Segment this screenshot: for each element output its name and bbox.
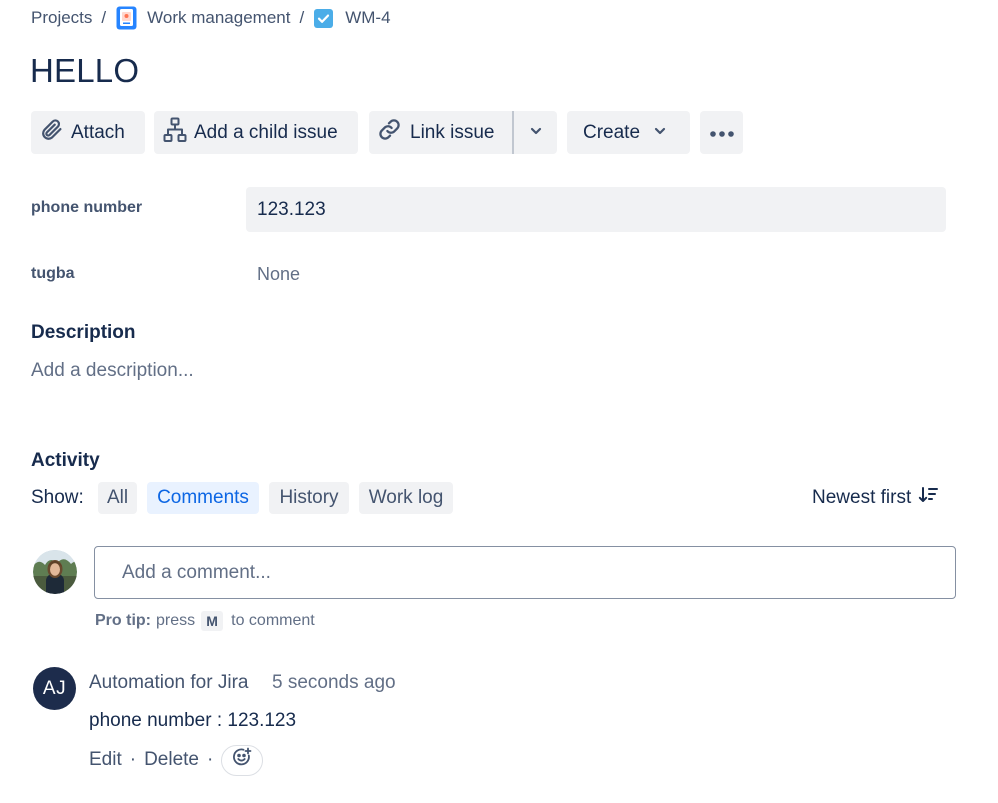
project-avatar-icon[interactable] bbox=[116, 6, 137, 30]
keyboard-shortcut-key: M bbox=[201, 611, 224, 631]
pro-tip-label: Pro tip: bbox=[95, 612, 151, 629]
activity-show-label: Show: bbox=[31, 487, 84, 508]
chevron-down-icon bbox=[529, 122, 543, 144]
delete-comment-button[interactable]: Delete bbox=[144, 749, 199, 771]
add-reaction-button[interactable] bbox=[221, 744, 264, 776]
breadcrumb: Projects / Work management / WM-4 bbox=[31, 6, 391, 30]
link-issue-dropdown-button[interactable] bbox=[514, 111, 557, 154]
attach-label: Attach bbox=[71, 121, 125, 143]
link-issue-label: Link issue bbox=[410, 121, 495, 143]
attach-button[interactable]: Attach bbox=[31, 111, 145, 154]
task-type-icon[interactable] bbox=[314, 8, 334, 28]
activity-heading: Activity bbox=[31, 450, 100, 471]
more-actions-button[interactable] bbox=[700, 111, 743, 154]
pro-tip-press-text: press bbox=[156, 612, 196, 629]
phone-number-field-label: phone number bbox=[31, 199, 143, 216]
create-button[interactable]: Create bbox=[567, 111, 690, 154]
action-separator: · bbox=[129, 749, 137, 770]
comment-pro-tip: Pro tip: press M to comment bbox=[95, 611, 315, 631]
sort-descending-icon bbox=[911, 486, 939, 510]
comment-author-name[interactable]: Automation for Jira bbox=[89, 672, 248, 694]
description-heading: Description bbox=[31, 322, 136, 343]
add-child-issue-label: Add a child issue bbox=[194, 121, 338, 143]
add-reaction-icon bbox=[232, 747, 252, 773]
description-editor[interactable]: Add a description... bbox=[31, 360, 194, 382]
action-separator: · bbox=[207, 749, 214, 770]
breadcrumb-issue-key-link[interactable]: WM-4 bbox=[345, 8, 390, 28]
comment-author-avatar[interactable]: AJ bbox=[33, 667, 76, 710]
comment-actions: Edit · Delete · bbox=[89, 744, 264, 776]
paperclip-icon bbox=[40, 118, 64, 148]
link-icon bbox=[377, 117, 402, 148]
activity-tab-history[interactable]: History bbox=[269, 482, 349, 514]
breadcrumb-separator: / bbox=[299, 8, 305, 27]
breadcrumb-separator: / bbox=[101, 8, 107, 27]
add-child-issue-button[interactable]: Add a child issue bbox=[154, 111, 358, 154]
hierarchy-icon bbox=[163, 117, 187, 149]
sort-order-label: Newest first bbox=[812, 487, 912, 508]
sort-order-button[interactable]: Newest first bbox=[812, 482, 939, 514]
edit-comment-button[interactable]: Edit bbox=[89, 749, 122, 771]
pro-tip-rest-text: to comment bbox=[231, 612, 315, 629]
activity-tab-all[interactable]: All bbox=[98, 482, 137, 514]
activity-tab-comments[interactable]: Comments bbox=[147, 482, 259, 514]
breadcrumb-projects-link[interactable]: Projects bbox=[31, 8, 92, 28]
phone-number-field-value[interactable]: 123.123 bbox=[246, 187, 946, 232]
tugba-field-label: tugba bbox=[31, 265, 75, 282]
create-label: Create bbox=[583, 121, 641, 143]
comment-body: phone number : 123.123 bbox=[89, 710, 297, 731]
issue-title[interactable]: HELLO bbox=[30, 52, 139, 90]
tugba-field-value[interactable]: None bbox=[257, 264, 300, 285]
current-user-avatar[interactable] bbox=[33, 550, 77, 594]
link-issue-button[interactable]: Link issue bbox=[369, 111, 513, 154]
more-icon bbox=[709, 122, 735, 144]
chevron-down-icon bbox=[653, 122, 667, 144]
breadcrumb-project-link[interactable]: Work management bbox=[147, 8, 290, 28]
comment-timestamp[interactable]: 5 seconds ago bbox=[272, 672, 396, 694]
add-comment-input[interactable] bbox=[94, 546, 956, 599]
activity-tab-work-log[interactable]: Work log bbox=[359, 482, 453, 514]
